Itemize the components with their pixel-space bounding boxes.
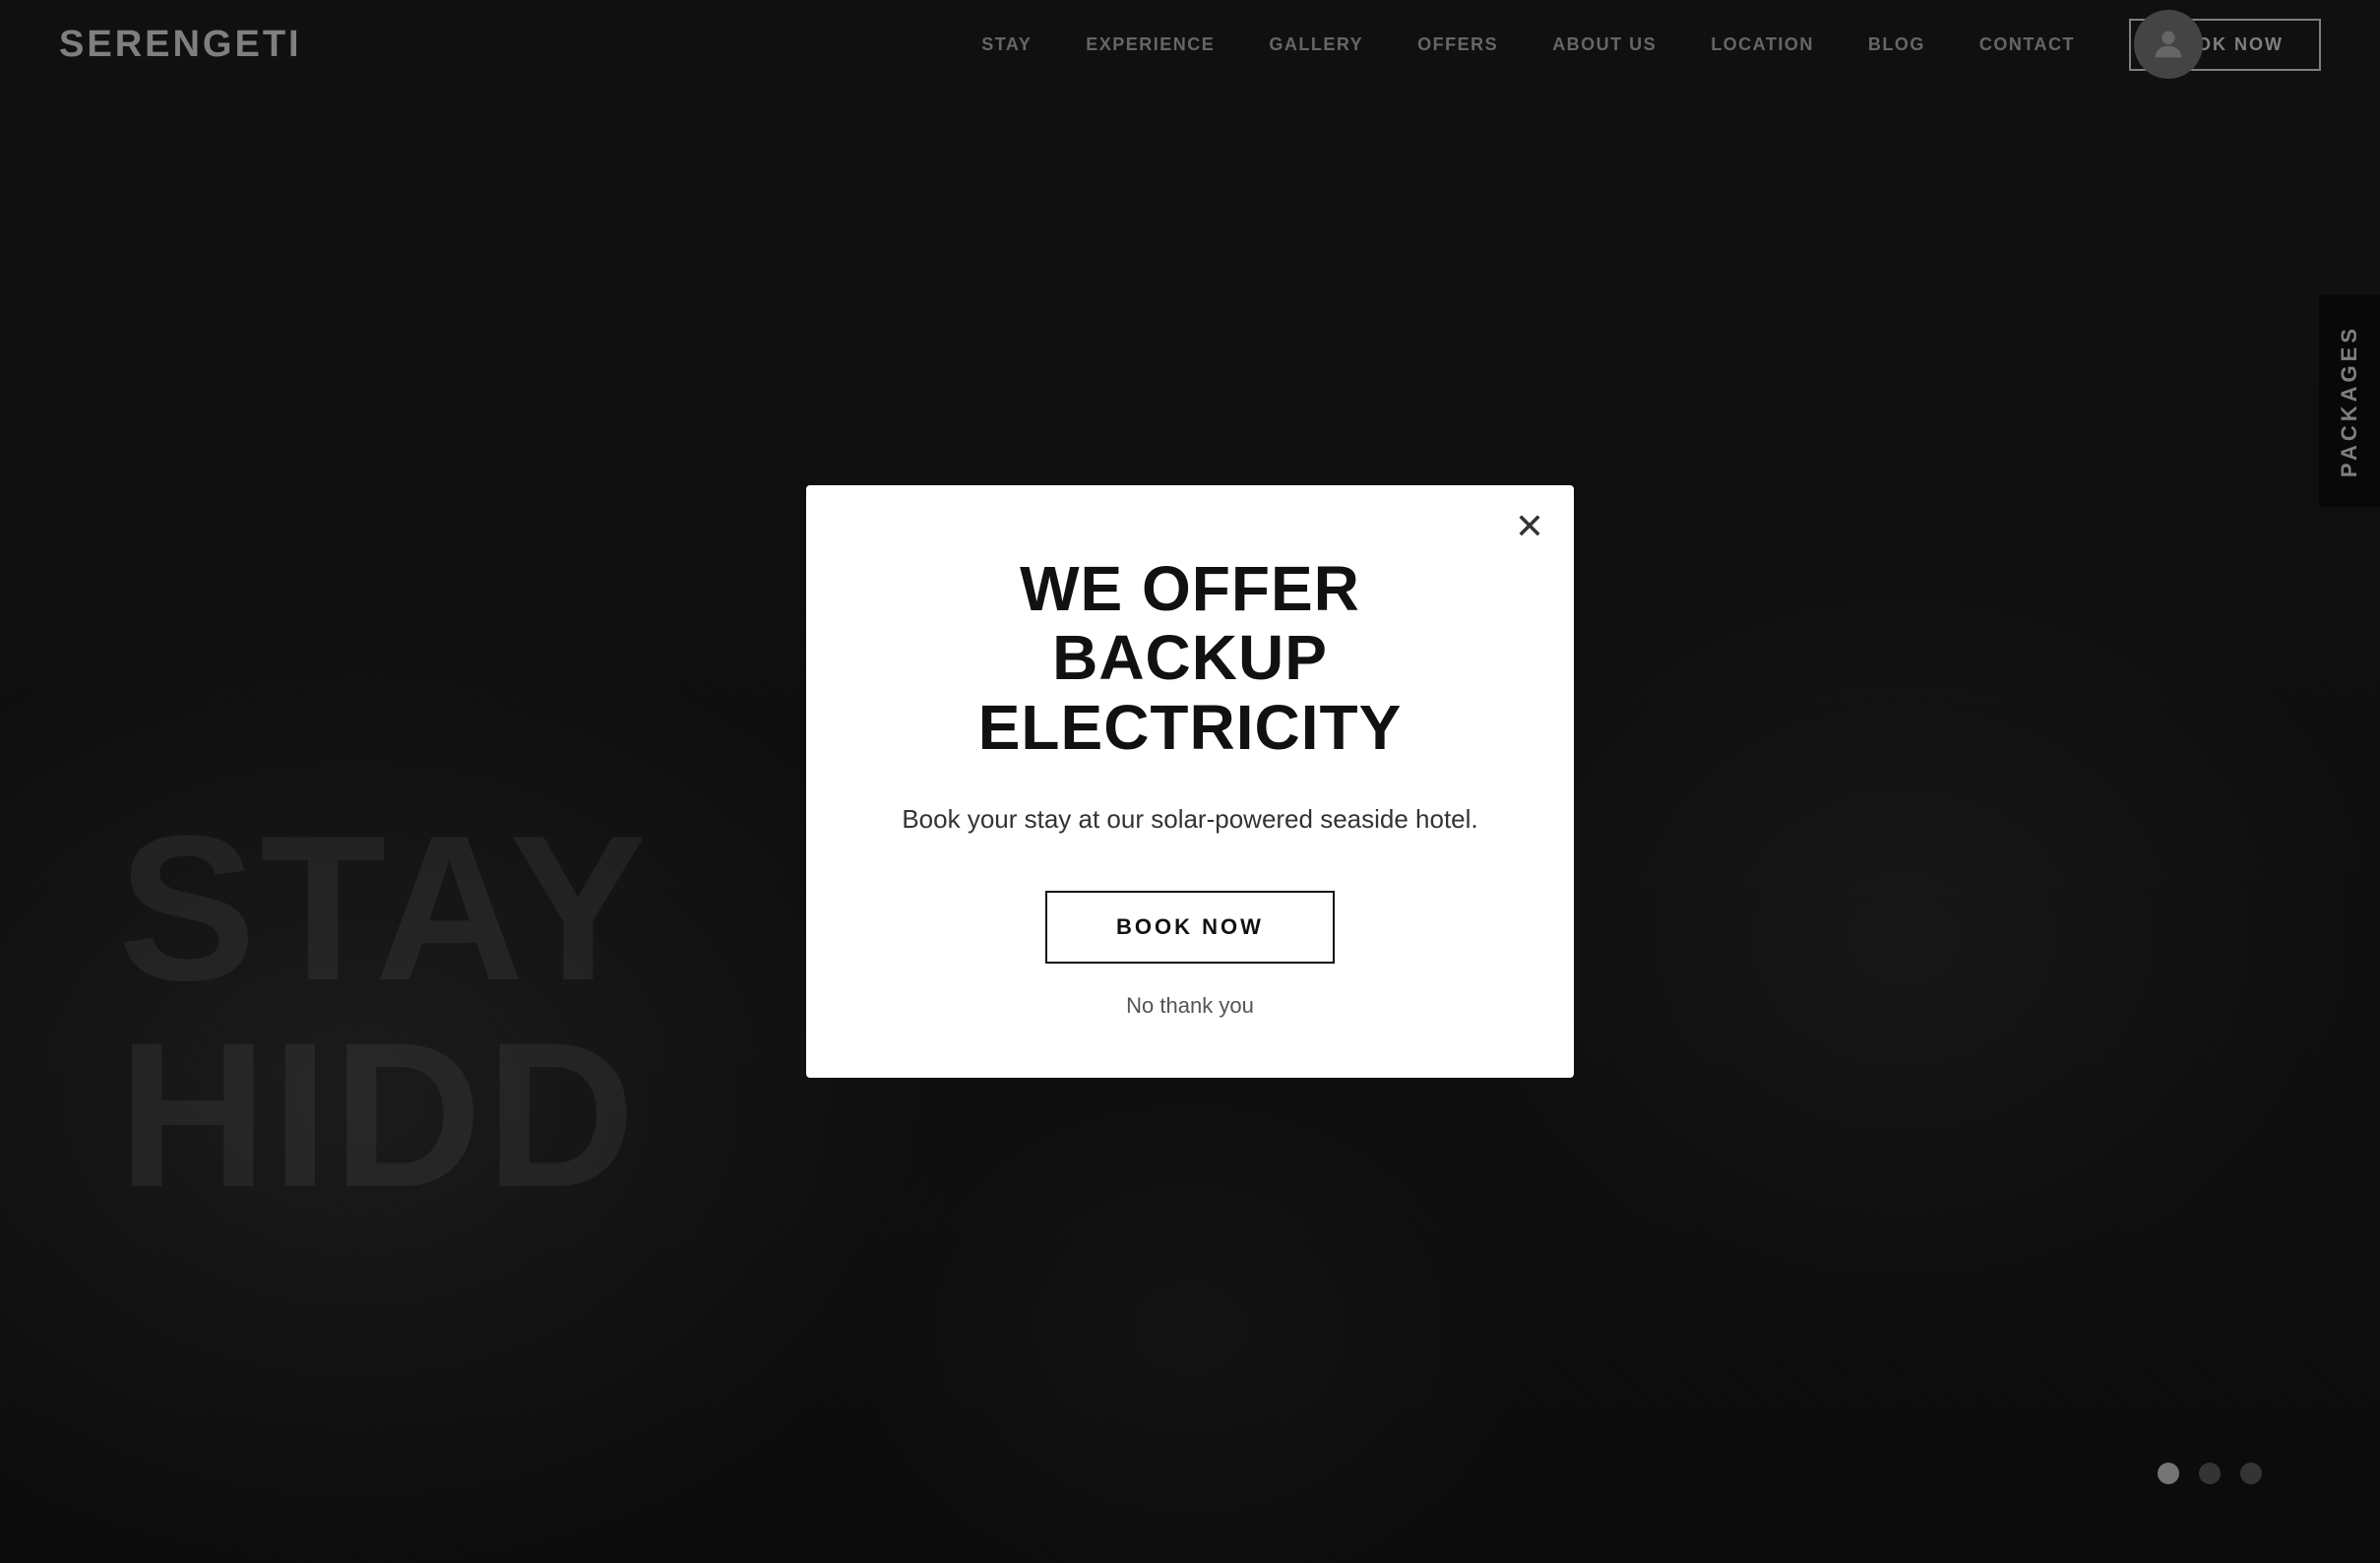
modal-title: WE OFFER BACKUP ELECTRICITY [885, 554, 1495, 762]
modal-no-thanks-link[interactable]: No thank you [885, 993, 1495, 1019]
modal-book-now-button[interactable]: BOOK NOW [1045, 891, 1335, 964]
modal: ✕ WE OFFER BACKUP ELECTRICITY Book your … [806, 485, 1574, 1079]
modal-subtitle: Book your stay at our solar-powered seas… [885, 801, 1495, 837]
modal-close-button[interactable]: ✕ [1515, 509, 1544, 544]
modal-overlay: ✕ WE OFFER BACKUP ELECTRICITY Book your … [0, 0, 2380, 1563]
